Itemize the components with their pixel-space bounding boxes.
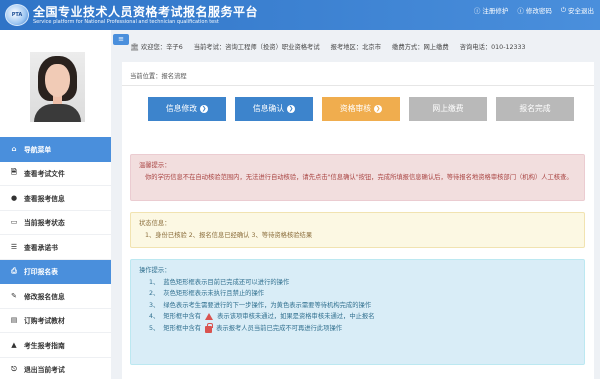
sidebar-item-guide[interactable]: ▲ 考生报考指南 (0, 333, 111, 358)
alert-text: 1、身份已核验 2、报名信息已经确认 3、等待资格核验结果 (145, 231, 313, 239)
instruction-item: 5、 矩形框中含有 表示报考人员当前已完成不可再进行此项操作 (149, 322, 343, 333)
sidebar-item-registration-status[interactable]: ▭ 当前报考状态 (0, 211, 111, 235)
sidebar: ⌂ 导航菜单 🗎 查看考试文件 ● 查看报考信息 ▭ 当前报考状态 ☰ 查看承诺书 ⎙ 打印… (0, 30, 111, 379)
warning-triangle-icon (205, 313, 214, 321)
info-circle-icon: ⓘ (517, 7, 524, 15)
alert-text: 你的学历信息不在自动核验范围内，无法进行自动核验，请先点击"信息确认"按钮，完成… (145, 173, 573, 181)
current-exam: 当前考试：咨询工程师（投资）职业资格考试 (193, 43, 320, 51)
instructions-alert: 操作提示： 1、 蓝色矩形框表示目前已完成还可以进行的操作 2、 灰色矩形框表示未执… (130, 259, 585, 365)
breadcrumb: 当前位置：报名流程 (130, 73, 187, 80)
sidebar-item-label: 退出当前考试 (24, 366, 65, 375)
logout-link[interactable]: ⏻ 安全退出 (560, 5, 594, 16)
sidebar-item-registration-info[interactable]: ● 查看报考信息 (0, 186, 111, 211)
divider (122, 85, 594, 86)
guide-icon: ▲ (11, 340, 17, 349)
sidebar-item-nav-menu[interactable]: ⌂ 导航菜单 (0, 137, 111, 162)
sidebar-item-label: 考生报考指南 (24, 341, 65, 350)
register-maintain-link[interactable]: ⓘ 注册修护 (474, 5, 509, 15)
top-header: PTA 全国专业技术人员资格考试报名服务平台 Service platform … (0, 0, 600, 30)
home-icon: ⌂ (11, 144, 17, 153)
platform-title: 全国专业技术人员资格考试报名服务平台 (33, 5, 259, 19)
sidebar-item-order-books[interactable]: ▤ 订购考试教材 (0, 309, 111, 333)
chevron-right-icon: ❯ (200, 105, 209, 113)
sidebar-item-label: 打印报名表 (24, 268, 58, 277)
alert-title: 温馨提示： (139, 162, 171, 169)
print-icon: ⎙ (11, 266, 17, 275)
alert-title: 操作提示： (139, 267, 171, 274)
step-info-confirm-button[interactable]: 信息确认 ❯ (235, 97, 313, 121)
top-links: ⓘ 注册修护 ⓘ 修改密码 ⏻ 安全退出 (474, 5, 594, 16)
chevron-right-icon: ❯ (287, 105, 296, 113)
step-registration-complete-button: 报名完成 (496, 97, 574, 121)
sidebar-item-label: 查看报考信息 (24, 194, 65, 203)
sidebar-item-exam-files[interactable]: 🗎 查看考试文件 (0, 162, 111, 186)
platform-subtitle: Service platform for National Profession… (33, 19, 219, 25)
lock-icon (205, 322, 213, 333)
payment-method: 缴费方式：网上缴费 (392, 43, 449, 51)
bank-icon: 🏛 (130, 42, 139, 51)
link-label: 安全退出 (568, 7, 594, 15)
sidebar-item-label: 查看考试文件 (24, 170, 65, 179)
sidebar-item-exit-exam[interactable]: ⎋ 退出当前考试 (0, 358, 111, 379)
candidate-photo (30, 52, 85, 122)
sidebar-item-label: 订购考试教材 (24, 317, 65, 326)
registration-steps: 信息修改 ❯ 信息确认 ❯ 资格审核 ❯ 网上缴费 报名完成 (148, 97, 574, 121)
power-icon: ⏻ (560, 5, 566, 14)
exit-icon: ⎋ (11, 364, 17, 373)
info-circle-icon: ⓘ (473, 7, 481, 15)
hotline: 咨询电话：010-12333 (459, 43, 526, 51)
instruction-item: 3、 绿色表示考生需要进行的下一步操作，为黄色表示需要等待机构完成的操作 (149, 301, 372, 309)
instruction-item: 2、 灰色矩形框表示未执行且禁止的操作 (149, 290, 265, 297)
monitor-icon: ▭ (10, 218, 18, 227)
step-qualification-review-button[interactable]: 资格审核 ❯ (322, 97, 400, 121)
change-password-link[interactable]: ⓘ 修改密码 (517, 5, 552, 15)
platform-logo: PTA (5, 4, 29, 26)
link-label: 修改密码 (525, 7, 552, 15)
main-panel: 当前位置：报名流程 信息修改 ❯ 信息确认 ❯ 资格审核 ❯ 网上缴费 报名完成 温馨… (122, 62, 594, 379)
sidebar-item-label: 查看承诺书 (24, 243, 58, 252)
warning-alert: 温馨提示： 你的学历信息不在自动核验范围内，无法进行自动核验，请先点击"信息确认… (130, 154, 585, 201)
welcome-text: 🏛 欢迎您：辛子6 (130, 42, 183, 51)
menu-toggle-button[interactable]: ≡ (113, 34, 129, 45)
file-icon: 🗎 (11, 167, 17, 176)
book-icon: ▤ (10, 316, 18, 325)
sidebar-item-print-form[interactable]: ⎙ 打印报名表 (0, 259, 111, 284)
sidebar-item-label: 修改报名信息 (24, 292, 65, 301)
step-info-edit-button[interactable]: 信息修改 ❯ (148, 97, 226, 121)
sidebar-item-commitment[interactable]: ☰ 查看承诺书 (0, 235, 111, 260)
chevron-right-icon: ❯ (374, 105, 383, 113)
region: 报考地区：北京市 (330, 43, 382, 51)
user-circle-icon: ● (10, 193, 18, 202)
sidebar-item-label: 导航菜单 (24, 145, 52, 154)
alert-title: 状态信息： (139, 220, 171, 227)
instruction-item: 4、 矩形框中含有 表示该项审核未通过，如果是资格审核未通过，中止报名 (149, 313, 375, 321)
user-info-bar: 🏛 欢迎您：辛子6 当前考试：咨询工程师（投资）职业资格考试 报考地区：北京市 … (130, 38, 600, 54)
list-icon: ☰ (10, 242, 18, 251)
step-online-payment-button: 网上缴费 (409, 97, 487, 121)
logo-text: PTA (11, 12, 23, 18)
sidebar-item-label: 当前报考状态 (24, 219, 65, 228)
instruction-item: 1、 蓝色矩形框表示目前已完成还可以进行的操作 (149, 278, 290, 286)
sidebar-nav: ⌂ 导航菜单 🗎 查看考试文件 ● 查看报考信息 ▭ 当前报考状态 ☰ 查看承诺书 ⎙ 打印… (0, 137, 111, 379)
sidebar-item-edit-info[interactable]: ✎ 修改报名信息 (0, 284, 111, 309)
edit-icon: ✎ (11, 291, 17, 300)
status-alert: 状态信息： 1、身份已核验 2、报名信息已经确认 3、等待资格核验结果 (130, 212, 585, 248)
link-label: 注册修护 (482, 7, 509, 15)
